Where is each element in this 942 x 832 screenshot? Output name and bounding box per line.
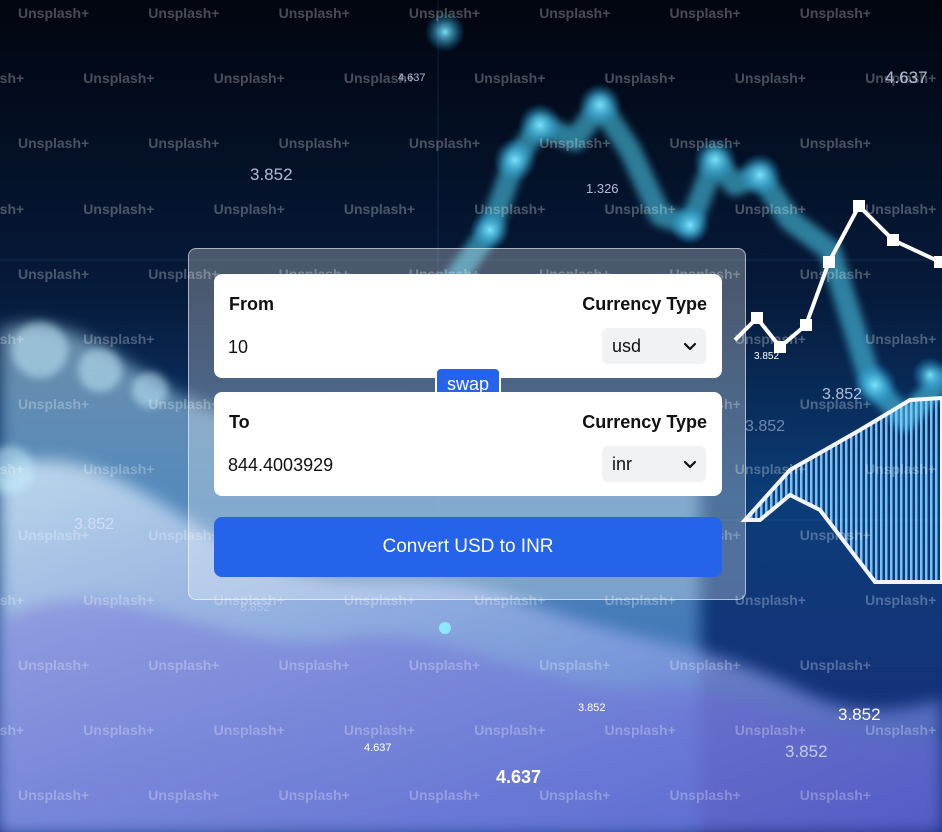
watermark-text: Unsplash+ [83, 200, 155, 217]
watermark-text: Unsplash+ [799, 526, 871, 543]
watermark-text: Unsplash+ [83, 722, 155, 739]
watermark-text: Unsplash+ [474, 70, 546, 87]
watermark-text: Unsplash+ [18, 396, 90, 413]
watermark-text: Unsplash+ [0, 591, 25, 608]
watermark-text: Unsplash+ [408, 787, 481, 804]
watermark-text: Unsplash+ [278, 657, 350, 673]
bg-number: 3.852 [754, 351, 780, 362]
watermark-text: Unsplash+ [865, 331, 937, 347]
watermark-text: Unsplash+ [83, 70, 155, 87]
watermark-text: Unsplash+ [539, 135, 611, 152]
bg-number: 3.852 [578, 702, 606, 714]
from-currency-select[interactable]: usd [602, 328, 706, 364]
watermark-text: Unsplash+ [604, 200, 676, 217]
watermark-text: Unsplash+ [148, 657, 220, 673]
watermark-text: Unsplash+ [669, 135, 741, 152]
from-label: From [229, 294, 274, 314]
watermark-text: Unsplash+ [865, 591, 937, 608]
watermark-text: Unsplash+ [669, 5, 741, 21]
watermark-text: Unsplash+ [408, 5, 481, 21]
watermark-text: Unsplash+ [474, 722, 546, 739]
watermark-text: Unsplash+ [734, 70, 806, 87]
watermark-text: Unsplash+ [278, 5, 350, 21]
bg-number: 4.637 [885, 68, 928, 87]
from-currency-type-label: Currency Type [582, 294, 707, 314]
watermark-text: Unsplash+ [799, 657, 871, 673]
watermark-text: Unsplash+ [83, 331, 155, 347]
watermark-text: Unsplash+ [0, 200, 25, 217]
watermark-text: Unsplash+ [213, 200, 285, 217]
watermark-text: Unsplash+ [539, 5, 611, 21]
watermark-text: Unsplash+ [865, 461, 937, 478]
to-label: To [229, 412, 250, 432]
bg-number: 3.852 [838, 705, 881, 724]
watermark-text: Unsplash+ [0, 70, 25, 87]
bg-number: 3.852 [785, 742, 828, 761]
watermark-text: Unsplash+ [604, 70, 676, 87]
watermark-text: Unsplash+ [799, 787, 871, 804]
chevron-down-icon [683, 460, 697, 469]
watermark-text: Unsplash+ [865, 200, 937, 217]
watermark-text: Unsplash+ [669, 657, 741, 673]
watermark-text: Unsplash+ [278, 787, 350, 804]
watermark-text: Unsplash+ [734, 200, 806, 217]
to-amount-output[interactable] [228, 450, 528, 480]
watermark-text: Unsplash+ [18, 135, 90, 152]
watermark-text: Unsplash+ [278, 135, 350, 152]
bg-number: 3.852 [74, 516, 115, 533]
watermark-text: Unsplash+ [213, 70, 285, 87]
bg-number: 3.852 [745, 418, 786, 435]
to-currency-value: inr [612, 453, 633, 474]
watermark-text: Unsplash+ [669, 787, 741, 804]
bg-number: 3.852 [250, 165, 293, 184]
watermark-text: Unsplash+ [18, 265, 90, 282]
watermark-text: Unsplash+ [18, 787, 90, 804]
watermark-text: Unsplash+ [408, 135, 481, 152]
bg-number: 4.637 [364, 742, 392, 754]
watermark-text: Unsplash+ [148, 5, 220, 21]
watermark-text: Unsplash+ [83, 461, 155, 478]
watermark-text: Unsplash+ [0, 331, 25, 347]
to-card: To Currency Type inr [214, 392, 722, 496]
from-card: From Currency Type usd [214, 274, 722, 378]
bg-number: 1.326 [586, 181, 619, 196]
watermark-text: Unsplash+ [539, 657, 611, 673]
watermark-text: Unsplash+ [799, 135, 871, 152]
from-amount-input[interactable] [228, 332, 528, 362]
bg-number: 3.852 [240, 600, 271, 614]
watermark-text: Unsplash+ [83, 591, 155, 608]
watermark-text: Unsplash+ [343, 722, 416, 739]
bg-number: 4.637 [496, 767, 542, 787]
bg-number: 4.637 [398, 72, 426, 84]
watermark-text: Unsplash+ [604, 722, 676, 739]
converter-panel: From Currency Type usd swap To Currency … [188, 248, 746, 600]
watermark-text: Unsplash+ [18, 5, 90, 21]
to-currency-type-label: Currency Type [582, 412, 707, 432]
watermark-text: Unsplash+ [148, 787, 220, 804]
watermark-text: Unsplash+ [0, 722, 25, 739]
from-currency-value: usd [612, 335, 642, 356]
watermark-text: Unsplash+ [799, 5, 871, 21]
watermark-text: Unsplash+ [213, 722, 285, 739]
watermark-text: Unsplash+ [799, 265, 871, 282]
watermark-text: Unsplash+ [408, 657, 481, 673]
watermark-text: Unsplash+ [734, 722, 806, 739]
watermark-text: Unsplash+ [539, 787, 611, 804]
watermark-text: Unsplash+ [148, 135, 220, 152]
watermark-text: Unsplash+ [474, 200, 546, 217]
to-currency-select[interactable]: inr [602, 446, 706, 482]
watermark-text: Unsplash+ [0, 461, 25, 478]
convert-button[interactable]: Convert USD to INR [214, 517, 722, 577]
watermark-text: Unsplash+ [343, 200, 416, 217]
bg-number: 3.852 [822, 386, 863, 403]
watermark-text: Unsplash+ [18, 657, 90, 673]
chevron-down-icon [683, 342, 697, 351]
